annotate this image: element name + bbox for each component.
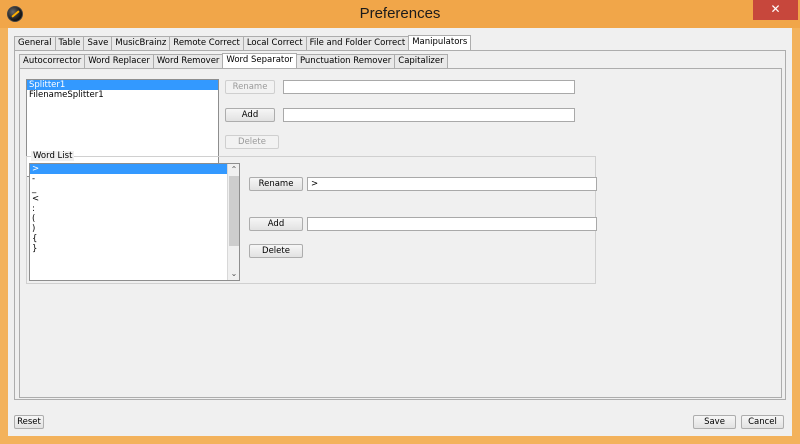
list-item[interactable]: Splitter1 xyxy=(27,80,218,90)
scroll-thumb[interactable] xyxy=(229,176,239,246)
window-title: Preferences xyxy=(359,5,441,22)
tab-remote-correct[interactable]: Remote Correct xyxy=(169,36,244,50)
word-rename-field[interactable]: > xyxy=(307,177,597,191)
word-separator-panel: Splitter1 FilenameSplitter1 Rename Add D… xyxy=(19,68,782,398)
splitter-rename-field[interactable] xyxy=(283,80,575,94)
scroll-up-icon[interactable]: ⌃ xyxy=(228,164,239,176)
word-list-scrollbar[interactable]: ⌃ ⌄ xyxy=(227,164,239,280)
list-item[interactable]: _ xyxy=(30,184,239,194)
list-item[interactable]: ) xyxy=(30,224,239,234)
tab-word-separator[interactable]: Word Separator xyxy=(222,53,297,68)
tab-autocorrector[interactable]: Autocorrector xyxy=(19,54,86,68)
manipulators-panel: Autocorrector Word Replacer Word Remover… xyxy=(14,50,786,400)
list-item[interactable]: { xyxy=(30,234,239,244)
tab-save[interactable]: Save xyxy=(83,36,113,50)
list-item[interactable]: } xyxy=(30,244,239,254)
word-rename-button[interactable]: Rename xyxy=(249,177,303,191)
tab-word-replacer[interactable]: Word Replacer xyxy=(84,54,154,68)
tab-file-and-folder-correct[interactable]: File and Folder Correct xyxy=(305,36,410,50)
splitter-delete-button[interactable]: Delete xyxy=(225,135,279,149)
tab-capitalizer[interactable]: Capitalizer xyxy=(394,54,448,68)
word-list-title: Word List xyxy=(31,151,75,161)
list-item[interactable]: < xyxy=(30,194,239,204)
tab-table[interactable]: Table xyxy=(54,36,85,50)
reset-button[interactable]: Reset xyxy=(14,415,44,429)
word-add-field[interactable] xyxy=(307,217,597,231)
list-item[interactable]: ( xyxy=(30,214,239,224)
word-list-group: Word List > - _ < : ( ) { } ⌃ ⌄ Rename >… xyxy=(26,151,597,284)
list-item[interactable]: FilenameSplitter1 xyxy=(27,90,218,100)
tab-manipulators[interactable]: Manipulators xyxy=(408,35,472,50)
tab-musicbrainz[interactable]: MusicBrainz xyxy=(111,36,171,50)
list-item[interactable]: > xyxy=(30,164,239,174)
preferences-window: Preferences ✕ General Table Save MusicBr… xyxy=(0,0,800,444)
scroll-down-icon[interactable]: ⌄ xyxy=(228,268,239,280)
sub-tabs: Autocorrector Word Replacer Word Remover… xyxy=(19,53,448,68)
cancel-button[interactable]: Cancel xyxy=(741,415,784,429)
tab-punctuation-remover[interactable]: Punctuation Remover xyxy=(295,54,396,68)
save-button[interactable]: Save xyxy=(693,415,736,429)
word-delete-button[interactable]: Delete xyxy=(249,244,303,258)
list-item[interactable]: - xyxy=(30,174,239,184)
tab-word-remover[interactable]: Word Remover xyxy=(152,54,224,68)
word-add-button[interactable]: Add xyxy=(249,217,303,231)
list-item[interactable]: : xyxy=(30,204,239,214)
main-tabs: General Table Save MusicBrainz Remote Co… xyxy=(14,35,472,50)
title-bar[interactable]: Preferences ✕ xyxy=(0,0,800,28)
splitter-add-button[interactable]: Add xyxy=(225,108,275,122)
word-list[interactable]: > - _ < : ( ) { } ⌃ ⌄ xyxy=(29,163,240,281)
splitter-add-field[interactable] xyxy=(283,108,575,122)
tab-local-correct[interactable]: Local Correct xyxy=(242,36,307,50)
splitter-rename-button[interactable]: Rename xyxy=(225,80,275,94)
client-area: General Table Save MusicBrainz Remote Co… xyxy=(8,28,792,436)
close-button[interactable]: ✕ xyxy=(753,0,798,20)
tab-general[interactable]: General xyxy=(14,36,56,50)
